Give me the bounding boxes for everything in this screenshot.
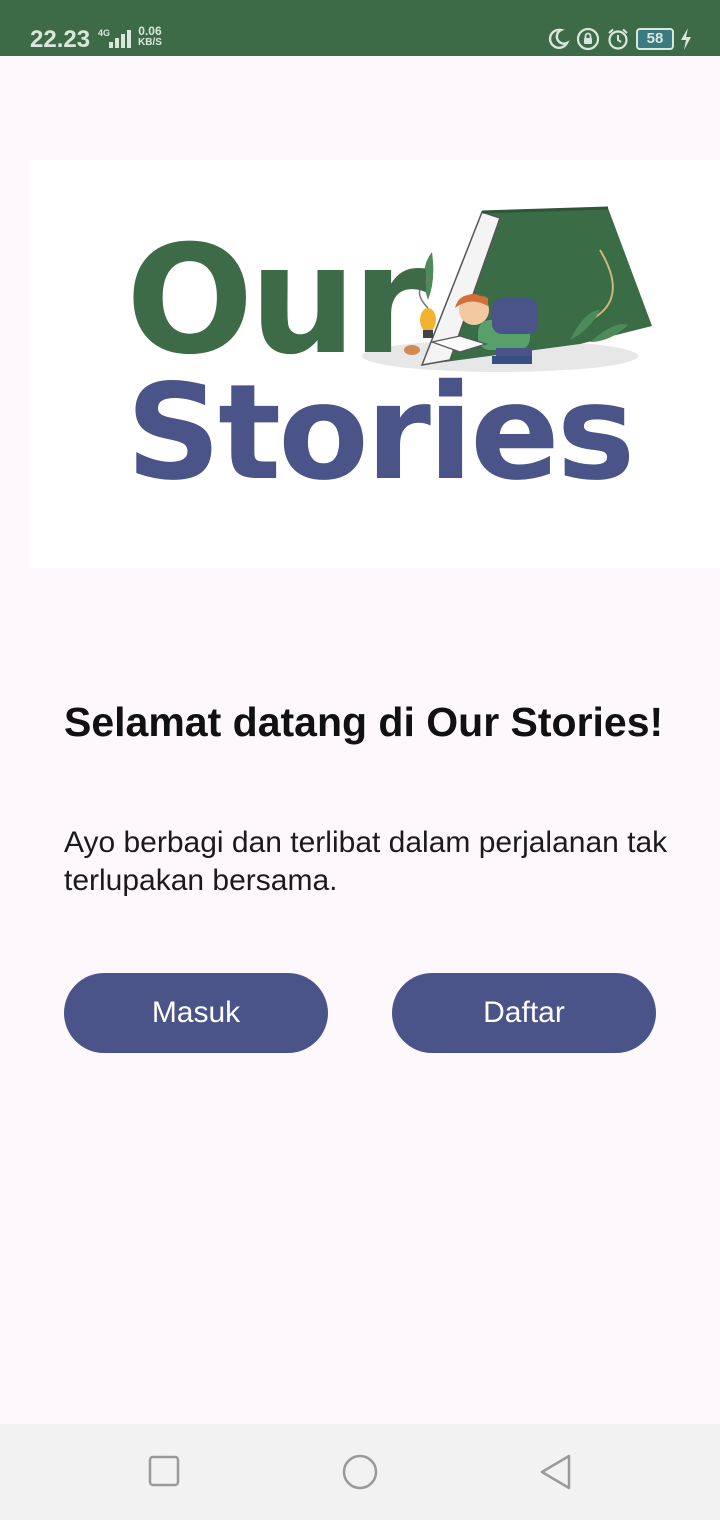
system-nav-bar: [0, 1424, 720, 1520]
back-icon[interactable]: [538, 1454, 574, 1490]
register-button[interactable]: Daftar: [392, 973, 656, 1053]
app-logo: Our Stories: [30, 160, 720, 568]
logo-line2: Stories: [126, 356, 632, 510]
speed-unit: KB/S: [138, 37, 162, 48]
status-bar: 22.23 4G 0.06 KB/S 58: [0, 0, 720, 56]
charging-icon: [681, 28, 691, 50]
alarm-icon: [608, 28, 628, 50]
welcome-subtitle: Ayo berbagi dan terlibat dalam perjalana…: [64, 826, 668, 897]
recent-apps-icon[interactable]: [148, 1454, 180, 1488]
login-button[interactable]: Masuk: [64, 973, 328, 1053]
battery-icon: 58: [636, 28, 674, 50]
rotation-lock-icon: [576, 27, 600, 51]
moon-icon: [548, 28, 570, 49]
welcome-title: Selamat datang di Our Stories!: [64, 699, 664, 745]
home-icon[interactable]: [340, 1454, 380, 1490]
speed-value: 0.06: [138, 24, 162, 38]
signal-icon: [109, 30, 131, 48]
network-speed: 0.06 KB/S: [138, 25, 162, 49]
status-time: 22.23: [30, 26, 91, 53]
